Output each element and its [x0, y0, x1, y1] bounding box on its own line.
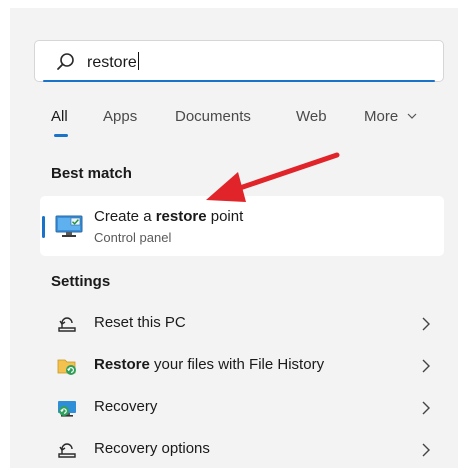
tab-web[interactable]: Web — [296, 108, 327, 125]
setting-label: Recovery — [94, 398, 158, 415]
chevron-right-icon — [422, 401, 430, 415]
setting-label: Recovery options — [94, 440, 210, 457]
best-match-heading: Best match — [51, 165, 132, 182]
chevron-right-icon — [422, 359, 430, 373]
recovery-icon — [58, 401, 76, 417]
setting-label: Reset this PC — [94, 314, 186, 331]
tab-documents-label: Documents — [175, 108, 251, 125]
setting-recovery-options[interactable]: Recovery options — [40, 432, 444, 468]
best-match-subtitle: Control panel — [94, 230, 172, 245]
best-match-title: Create a restore point — [94, 208, 244, 225]
recovery-options-icon — [58, 443, 76, 458]
active-tab-indicator — [54, 134, 68, 137]
chevron-right-icon — [422, 443, 430, 457]
setting-reset-this-pc[interactable]: Reset this PC — [40, 306, 444, 342]
file-history-icon — [57, 359, 76, 375]
settings-heading: Settings — [51, 273, 111, 290]
tab-all-label: All — [51, 108, 68, 125]
tab-more-label: More — [364, 108, 399, 125]
text-caret — [137, 52, 139, 70]
tab-all[interactable]: All — [51, 108, 68, 137]
system-restore-monitor-icon — [55, 215, 83, 237]
best-match-result[interactable]: Create a restore point Control panel — [40, 196, 444, 256]
search-icon — [57, 53, 74, 70]
tab-apps-label: Apps — [103, 108, 138, 125]
tab-more[interactable]: More — [364, 108, 417, 125]
search-box[interactable]: restore — [34, 40, 444, 82]
tab-web-label: Web — [296, 108, 327, 125]
chevron-right-icon — [422, 317, 430, 331]
search-input[interactable]: restore — [87, 52, 139, 72]
setting-restore-file-history[interactable]: Restore your files with File History — [40, 348, 444, 384]
tab-apps[interactable]: Apps — [103, 108, 137, 125]
setting-label: Restore your files with File History — [94, 356, 325, 373]
setting-recovery[interactable]: Recovery — [40, 390, 444, 426]
tab-documents[interactable]: Documents — [175, 108, 251, 125]
chevron-down-icon — [407, 113, 417, 119]
selection-indicator — [42, 216, 45, 238]
reset-pc-icon — [58, 317, 76, 332]
